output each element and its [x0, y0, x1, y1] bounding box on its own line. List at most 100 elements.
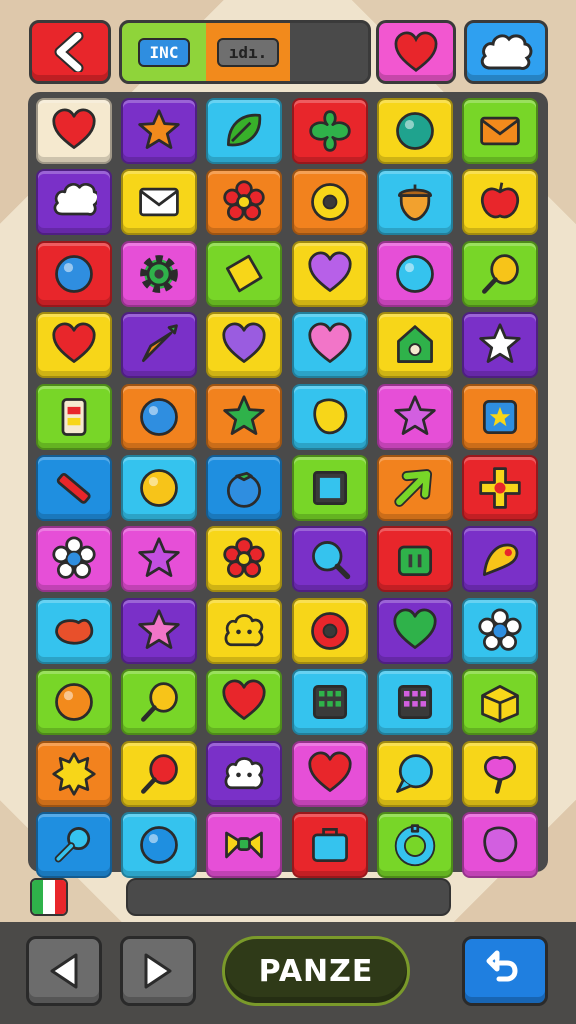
- bean-icon: [55, 618, 94, 645]
- tile-house[interactable]: [376, 312, 453, 379]
- tile-magnifier[interactable]: [291, 526, 368, 593]
- tile-orb[interactable]: [121, 383, 198, 450]
- arrow-icon: [394, 469, 432, 507]
- tile-ring[interactable]: [376, 812, 453, 878]
- tile-orb[interactable]: [376, 98, 453, 164]
- donut-icon: [310, 183, 349, 222]
- tile-balloon[interactable]: [121, 669, 198, 736]
- tile-bean[interactable]: [36, 597, 112, 664]
- tile-pencil[interactable]: [36, 455, 112, 521]
- orb-icon: [140, 469, 179, 507]
- tile-donut[interactable]: [291, 597, 368, 664]
- tile-key[interactable]: [36, 812, 112, 878]
- tile-bag[interactable]: [376, 526, 453, 593]
- carrot-icon: [142, 324, 179, 363]
- tile-heart[interactable]: [291, 312, 368, 379]
- cloud-button[interactable]: [464, 20, 548, 84]
- bag-icon: [397, 546, 432, 577]
- tile-sun[interactable]: [36, 740, 112, 807]
- tile-heart[interactable]: [376, 597, 453, 664]
- tile-blob[interactable]: [462, 812, 538, 878]
- tile-case[interactable]: [291, 812, 368, 878]
- flag-stripe-green: [32, 880, 44, 914]
- cloud-icon: [53, 183, 97, 217]
- tile-star[interactable]: [121, 526, 198, 593]
- tile-donut[interactable]: [291, 169, 368, 236]
- cloud-icon: [480, 34, 533, 70]
- tile-orb[interactable]: [36, 240, 112, 307]
- heart-icon: [307, 751, 352, 792]
- tile-clover[interactable]: [291, 98, 368, 164]
- tile-pin[interactable]: [462, 740, 538, 807]
- tile-dice[interactable]: [291, 669, 368, 736]
- tile-battery[interactable]: [36, 383, 112, 450]
- tile-bubble[interactable]: [376, 740, 453, 807]
- tile-acorn[interactable]: [376, 169, 453, 236]
- tile-star[interactable]: [462, 312, 538, 379]
- tile-heart[interactable]: [291, 240, 368, 307]
- house-icon: [396, 325, 433, 364]
- tile-square[interactable]: [291, 455, 368, 521]
- acorn-icon: [397, 184, 432, 222]
- tile-flower[interactable]: [206, 526, 283, 593]
- envelope-icon: [139, 188, 179, 217]
- tile-orb[interactable]: [121, 455, 198, 521]
- tile-balloon[interactable]: [462, 240, 538, 307]
- tile-heart[interactable]: [36, 312, 112, 379]
- blob-icon: [483, 826, 518, 863]
- tile-tomato[interactable]: [206, 455, 283, 521]
- dice-icon: [397, 685, 432, 720]
- next-button[interactable]: [120, 936, 196, 1006]
- tile-star[interactable]: [121, 98, 198, 164]
- tab-empty[interactable]: [290, 23, 368, 81]
- tile-box[interactable]: [462, 669, 538, 736]
- previous-button[interactable]: [26, 936, 102, 1006]
- tile-leaf[interactable]: [206, 98, 283, 164]
- tile-blob[interactable]: [291, 383, 368, 450]
- tile-star[interactable]: [376, 383, 453, 450]
- tile-daisy[interactable]: [462, 597, 538, 664]
- tile-orb[interactable]: [121, 812, 198, 878]
- tile-orb[interactable]: [376, 240, 453, 307]
- daisy-icon: [52, 536, 96, 580]
- tile-heart[interactable]: [36, 98, 112, 164]
- tile-gear[interactable]: [121, 240, 198, 307]
- tile-star[interactable]: [206, 383, 283, 450]
- tile-heart[interactable]: [206, 669, 283, 736]
- tile-orb[interactable]: [36, 669, 112, 736]
- tile-badge[interactable]: [462, 383, 538, 450]
- star-icon: [394, 394, 436, 435]
- tile-cross[interactable]: [462, 455, 538, 521]
- tile-star[interactable]: [121, 597, 198, 664]
- heart-icon: [52, 322, 96, 364]
- tile-heart[interactable]: [206, 312, 283, 379]
- flag-icon[interactable]: [30, 878, 68, 916]
- tile-daisy[interactable]: [36, 526, 112, 593]
- tile-cloud[interactable]: [36, 169, 112, 236]
- tab-stats[interactable]: ıdı.: [206, 23, 290, 81]
- tile-arrow[interactable]: [376, 455, 453, 521]
- tile-heart[interactable]: [291, 740, 368, 807]
- tile-cloudface[interactable]: [206, 740, 283, 807]
- tile-balloon[interactable]: [121, 740, 198, 807]
- favorites-button[interactable]: [376, 20, 456, 84]
- tile-bird[interactable]: [462, 526, 538, 593]
- tile-diamond[interactable]: [206, 240, 283, 307]
- tile-cloudface[interactable]: [206, 597, 283, 664]
- tile-flower[interactable]: [206, 169, 283, 236]
- tab-inc[interactable]: INC: [122, 23, 206, 81]
- flower-icon: [223, 180, 266, 222]
- tile-dice[interactable]: [376, 669, 453, 736]
- tile-envelope[interactable]: [462, 98, 538, 164]
- key-icon: [54, 827, 91, 863]
- heart-icon: [393, 608, 437, 649]
- tile-envelope[interactable]: [121, 169, 198, 236]
- tile-carrot[interactable]: [121, 312, 198, 379]
- orb-icon: [395, 254, 434, 293]
- tile-apple[interactable]: [462, 169, 538, 236]
- undo-button[interactable]: [462, 936, 548, 1006]
- undo-icon: [486, 950, 518, 982]
- back-button[interactable]: [29, 20, 111, 84]
- tile-bow[interactable]: [206, 812, 283, 878]
- main-action-button[interactable]: PANZE: [222, 936, 410, 1006]
